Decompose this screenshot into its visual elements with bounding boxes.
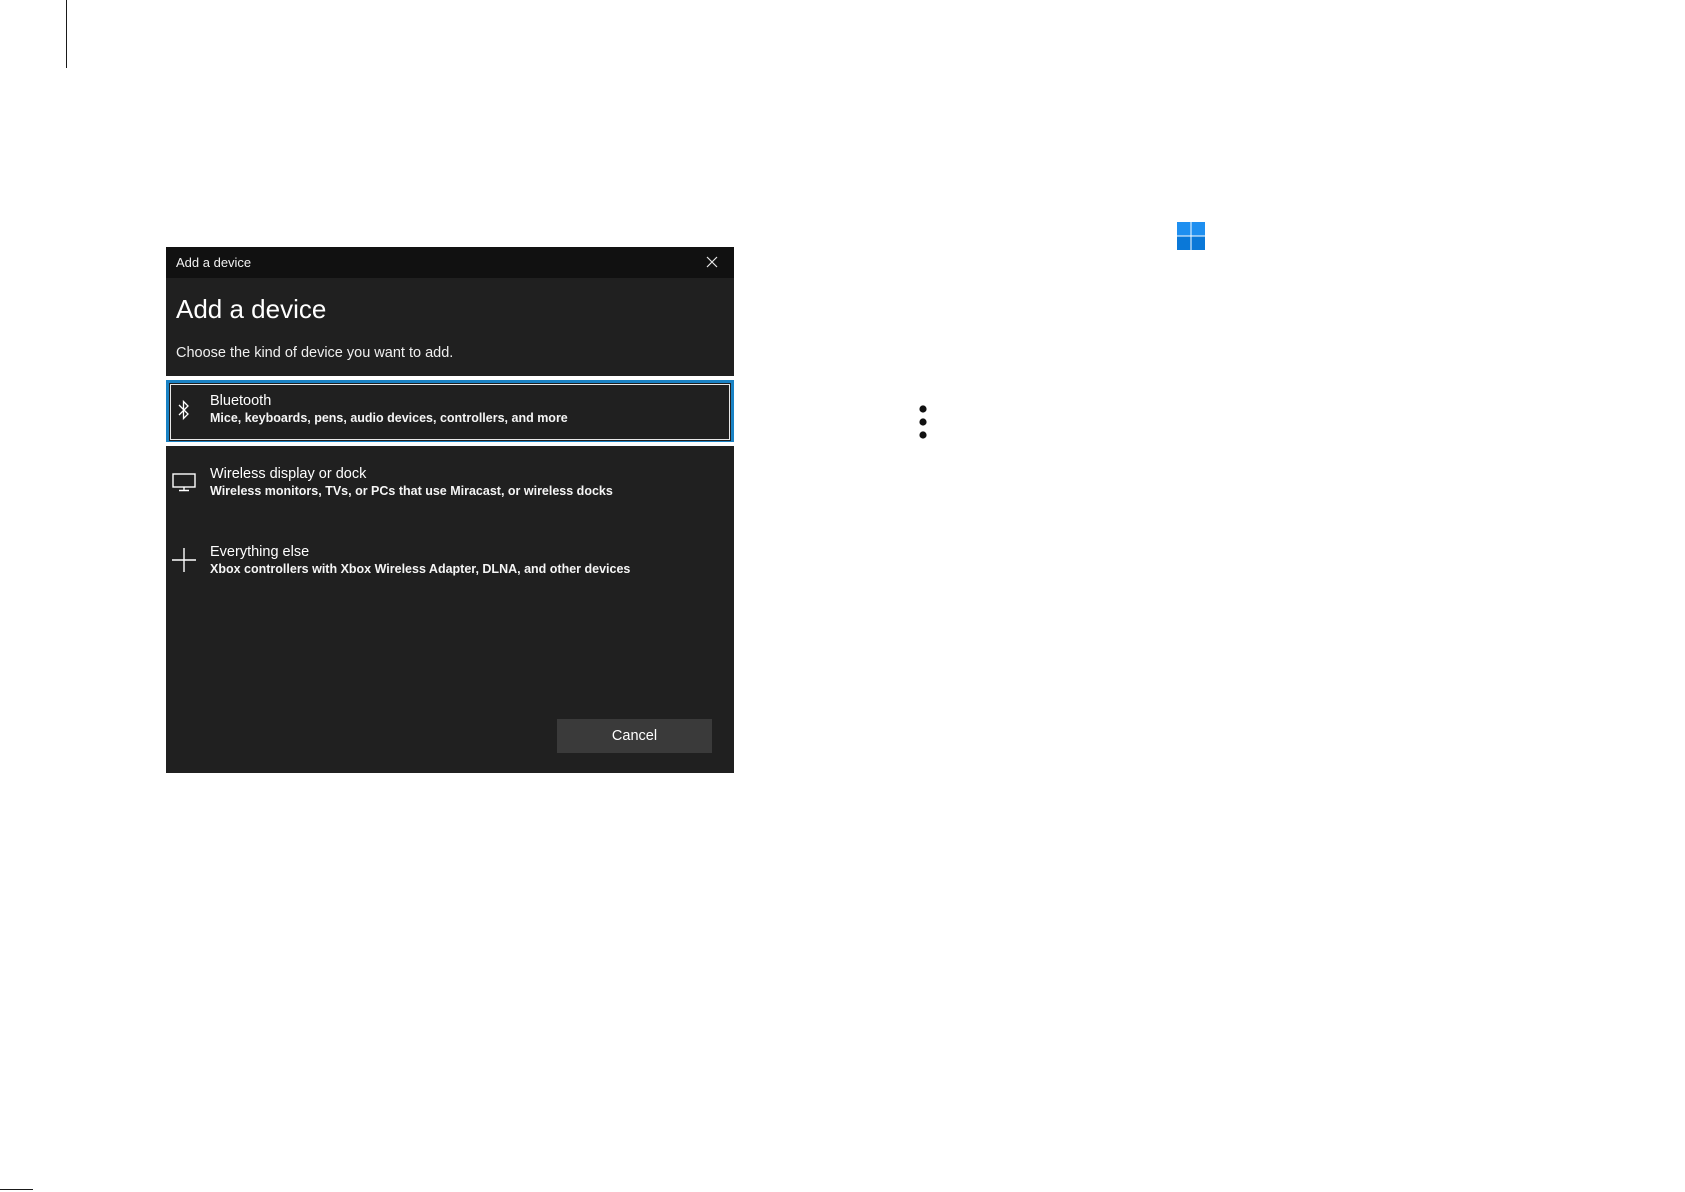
page-footer-rule	[0, 1189, 33, 1190]
option-wireless-display[interactable]: Wireless display or dock Wireless monito…	[166, 460, 734, 524]
cancel-button[interactable]: Cancel	[557, 719, 712, 753]
page-margin-rule	[66, 0, 67, 68]
dialog-titlebar: Add a device	[166, 247, 734, 278]
dialog-subheading: Choose the kind of device you want to ad…	[176, 345, 454, 361]
more-vertical-icon	[919, 405, 927, 439]
close-button[interactable]	[698, 250, 726, 274]
windows-logo-icon	[1177, 222, 1205, 250]
dialog-heading: Add a device	[176, 294, 327, 324]
option-everything-else[interactable]: Everything else Xbox controllers with Xb…	[166, 539, 734, 603]
option-title: Bluetooth	[210, 393, 272, 409]
divider	[166, 442, 734, 446]
bluetooth-icon	[170, 396, 198, 424]
option-description: Wireless monitors, TVs, or PCs that use …	[210, 484, 613, 498]
option-description: Xbox controllers with Xbox Wireless Adap…	[210, 562, 631, 576]
plus-icon	[170, 546, 198, 574]
dialog-window-title: Add a device	[176, 255, 252, 270]
monitor-icon	[170, 468, 198, 496]
option-description: Mice, keyboards, pens, audio devices, co…	[210, 411, 568, 425]
add-device-dialog: Add a device Add a device Choose the kin…	[166, 247, 734, 773]
option-bluetooth[interactable]: Bluetooth Mice, keyboards, pens, audio d…	[166, 380, 734, 444]
option-title: Wireless display or dock	[210, 466, 367, 482]
close-icon	[706, 256, 718, 268]
option-title: Everything else	[210, 544, 310, 560]
